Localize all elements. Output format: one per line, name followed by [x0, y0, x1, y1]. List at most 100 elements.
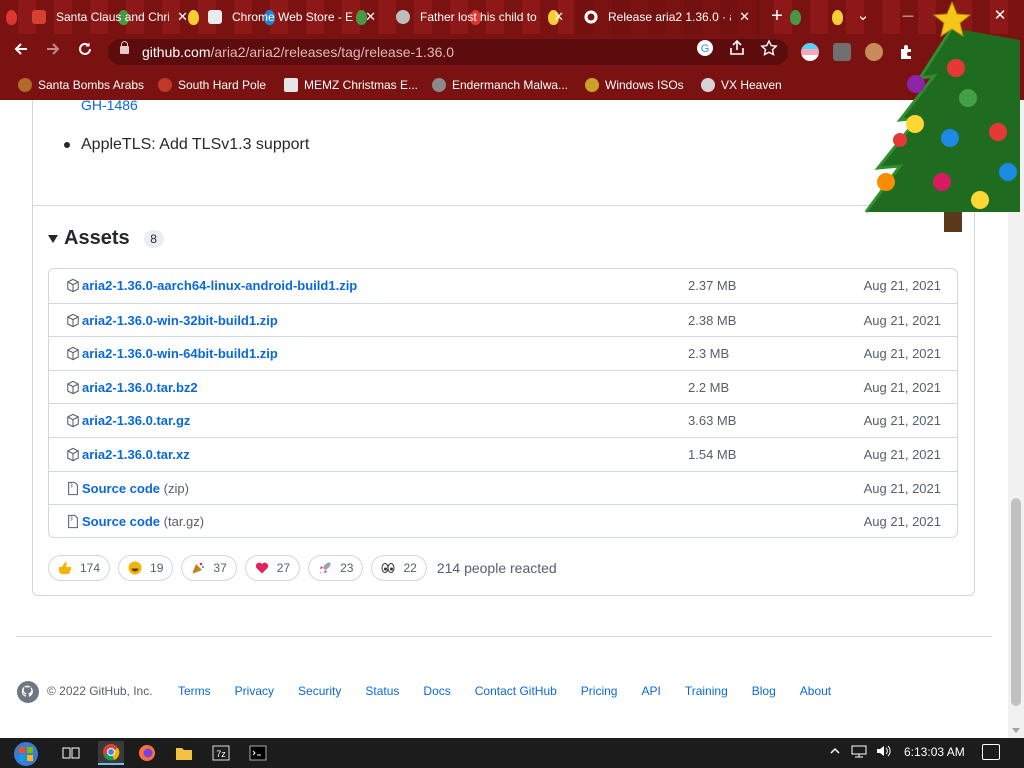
bulb-icon: [6, 10, 17, 25]
issue-link[interactable]: GH-1486: [81, 100, 138, 113]
folder-icon: [176, 748, 192, 760]
asset-row: aria2-1.36.0-aarch64-linux-android-build…: [49, 269, 957, 303]
chrome-taskbar-button[interactable]: [98, 741, 124, 765]
bookmark-vx-heaven[interactable]: VX Heaven: [701, 76, 782, 94]
asset-size: 2.3 MB: [688, 346, 730, 362]
reaction-eyes-button[interactable]: 22: [371, 555, 427, 581]
footer-link-privacy[interactable]: Privacy: [235, 684, 274, 698]
start-button-icon[interactable]: [8, 740, 44, 768]
task-view-icon: [62, 747, 80, 759]
address-bar[interactable]: github.com/aria2/aria2/releases/tag/rele…: [108, 39, 788, 65]
network-icon[interactable]: [850, 744, 868, 762]
lock-icon: [120, 41, 129, 54]
scroll-down-icon[interactable]: [1012, 728, 1020, 733]
bookmark-windows-isos[interactable]: Windows ISOs: [585, 76, 684, 94]
footer-link-docs[interactable]: Docs: [423, 684, 450, 698]
tab-search-icon[interactable]: ⌄: [843, 0, 883, 34]
back-button[interactable]: [8, 40, 34, 64]
asset-link[interactable]: aria2-1.36.0.tar.gz: [82, 413, 190, 428]
bookmark-endermanch-malware[interactable]: Endermanch Malwa...: [432, 76, 568, 94]
asset-link[interactable]: aria2-1.36.0-win-64bit-build1.zip: [82, 346, 278, 361]
asset-size: 2.37 MB: [688, 278, 737, 293]
footer-link-contact[interactable]: Contact GitHub: [475, 684, 557, 698]
browser-tab-strip: Santa Claus and Christ ✕ Chrome Web Stor…: [0, 0, 1024, 34]
reaction-thumbs-up-button[interactable]: 174: [48, 555, 111, 581]
tab-title: Santa Claus and Christ: [56, 10, 170, 24]
rocket-icon: [318, 562, 332, 575]
volume-icon[interactable]: [874, 744, 892, 762]
file-explorer-taskbar-button[interactable]: [171, 741, 197, 765]
tab-father-lost-child[interactable]: Father lost his child to ✕: [386, 0, 574, 34]
asset-link[interactable]: aria2-1.36.0.tar.bz2: [82, 380, 198, 395]
extension-avatar-icon[interactable]: [865, 43, 883, 61]
bookmark-santa-bombs-arabs[interactable]: Santa Bombs Arabs: [18, 76, 144, 94]
release-note-item: AppleTLS: Add TLSv1.3 support: [81, 136, 310, 153]
footer-link-training[interactable]: Training: [685, 684, 728, 698]
7zip-taskbar-button[interactable]: 7z: [208, 741, 234, 765]
tab-close-icon[interactable]: ✕: [365, 9, 376, 25]
tab-release-aria2[interactable]: Release aria2 1.36.0 · ar ✕: [574, 0, 760, 34]
source-code-zip-link[interactable]: Source code (zip): [82, 481, 189, 496]
reaction-heart-button[interactable]: 27: [244, 555, 301, 581]
show-hidden-icons-icon[interactable]: [826, 744, 844, 762]
asset-name: aria2-1.36.0.tar.xz: [82, 446, 190, 462]
asset-date: Aug 21, 2021: [863, 312, 941, 328]
scrollbar-thumb[interactable]: [1011, 498, 1021, 706]
tab-title: Chrome Web Store - E: [232, 10, 354, 24]
reaction-rocket-button[interactable]: 23: [308, 555, 364, 581]
assets-toggle[interactable]: Assets 8: [48, 227, 164, 250]
asset-link[interactable]: aria2-1.36.0.tar.xz: [82, 447, 190, 462]
tab-title: Father lost his child to: [420, 10, 537, 24]
forward-button[interactable]: [40, 40, 66, 64]
footer-link-blog[interactable]: Blog: [752, 684, 776, 698]
extensions-puzzle-icon[interactable]: [897, 43, 915, 61]
bookmark-south-hard-pole[interactable]: South Hard Pole: [158, 76, 266, 94]
page-scrollbar[interactable]: [1008, 100, 1024, 738]
close-window-button[interactable]: ✕: [980, 0, 1020, 34]
firefox-taskbar-button[interactable]: [134, 741, 160, 765]
party-popper-icon: [192, 562, 205, 574]
action-center-icon[interactable]: [982, 744, 1000, 760]
footer-link-status[interactable]: Status: [365, 684, 399, 698]
asset-link[interactable]: aria2-1.36.0-aarch64-linux-android-build…: [82, 278, 357, 293]
tab-close-icon[interactable]: ✕: [177, 9, 188, 25]
google-lens-icon[interactable]: G: [696, 39, 714, 57]
reaction-hooray-button[interactable]: 37: [181, 555, 237, 581]
asset-date: Aug 21, 2021: [863, 413, 941, 429]
asset-link[interactable]: aria2-1.36.0-win-32bit-build1.zip: [82, 313, 278, 328]
footer-link-api[interactable]: API: [641, 684, 660, 698]
laugh-icon: [128, 561, 142, 575]
asset-date: Aug 21, 2021: [863, 278, 941, 293]
footer-link-security[interactable]: Security: [298, 684, 341, 698]
taskbar-clock[interactable]: 6:13:03 AM: [904, 745, 965, 759]
tab-santa-claus[interactable]: Santa Claus and Christ ✕: [22, 0, 198, 34]
bookmark-memz-christmas[interactable]: MEMZ Christmas E...: [284, 76, 418, 94]
scroll-up-icon[interactable]: [1012, 105, 1020, 110]
github-logo-icon[interactable]: [16, 680, 40, 704]
minimize-button[interactable]: —: [888, 0, 928, 34]
task-view-button[interactable]: [58, 741, 84, 765]
reload-button[interactable]: [72, 40, 98, 64]
extension-s-icon[interactable]: [833, 43, 851, 61]
file-zip-icon: [68, 515, 78, 529]
tab-chrome-web-store[interactable]: Chrome Web Store - E ✕: [198, 0, 386, 34]
cmd-taskbar-button[interactable]: [245, 741, 271, 765]
footer-link-terms[interactable]: Terms: [178, 684, 211, 698]
bookmark-label: Santa Bombs Arabs: [38, 78, 145, 92]
source-code-targz-link[interactable]: Source code (tar.gz): [82, 514, 204, 529]
tab-close-icon[interactable]: ✕: [739, 9, 750, 25]
url-text[interactable]: github.com/aria2/aria2/releases/tag/rele…: [142, 44, 454, 60]
asset-name: aria2-1.36.0-win-32bit-build1.zip: [82, 312, 278, 328]
asset-date: Aug 21, 2021: [863, 514, 941, 530]
star-bookmark-icon[interactable]: [760, 39, 778, 57]
reactions-bar: 174 19 37 27 23 22 214 people reacted: [48, 555, 557, 581]
extension-flag-icon[interactable]: [801, 43, 819, 61]
footer-link-pricing[interactable]: Pricing: [581, 684, 618, 698]
tab-close-icon[interactable]: ✕: [553, 9, 564, 25]
new-tab-button[interactable]: +: [765, 5, 789, 29]
share-icon[interactable]: [728, 39, 746, 57]
package-icon: [67, 447, 79, 462]
reaction-laugh-button[interactable]: 19: [118, 555, 174, 581]
footer-link-about[interactable]: About: [800, 684, 831, 698]
favicon-icon: [208, 10, 222, 24]
